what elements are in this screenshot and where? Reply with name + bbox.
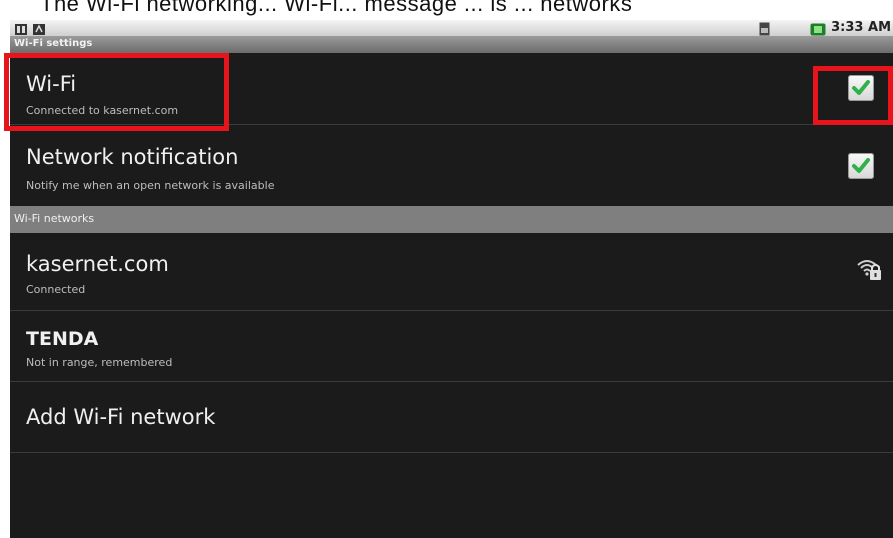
network-notification-label: Network notification	[26, 145, 239, 169]
add-wifi-network-label: Add Wi-Fi network	[26, 405, 216, 429]
add-wifi-network-row[interactable]: Add Wi-Fi network	[10, 382, 893, 452]
title-bar: Wi-Fi settings	[10, 36, 893, 53]
page-title: Wi-Fi settings	[14, 38, 93, 49]
network-notification-description: Notify me when an open network is availa…	[26, 179, 275, 192]
wifi-checkbox[interactable]	[848, 75, 874, 101]
network-status: Connected	[26, 283, 86, 296]
wifi-lock-icon	[856, 257, 882, 285]
wifi-networks-header: Wi-Fi networks	[10, 206, 893, 233]
wifi-toggle-label: Wi-Fi	[26, 72, 77, 96]
network-name: TENDA	[26, 328, 99, 350]
network-notification-checkbox[interactable]	[848, 153, 874, 179]
screenshot-stage: The Wi-Fi networking... Wi-Fi... message…	[0, 0, 893, 538]
status-bar: 3:33 AM	[10, 20, 893, 36]
network-item[interactable]: kasernet.com Connected	[10, 233, 893, 309]
wifi-toggle-row[interactable]: Wi-Fi Connected to kasernet.com	[10, 53, 893, 123]
network-name: kasernet.com	[26, 252, 169, 276]
checkmark-icon	[852, 80, 870, 95]
network-item[interactable]: TENDA Not in range, remembered	[10, 311, 893, 380]
status-time: 3:33 AM	[831, 20, 891, 35]
wifi-networks-header-label: Wi-Fi networks	[14, 212, 95, 225]
checkmark-icon	[852, 158, 870, 173]
network-status: Not in range, remembered	[26, 356, 173, 369]
network-notification-row[interactable]: Network notification Notify me when an o…	[10, 125, 893, 206]
wifi-status-text: Connected to kasernet.com	[26, 104, 179, 117]
caption-fragment: The Wi-Fi networking... Wi-Fi... message…	[40, 0, 633, 16]
android-screen: 3:33 AM Wi-Fi settings Wi-Fi Connected t…	[10, 20, 893, 538]
row-divider	[10, 452, 893, 453]
